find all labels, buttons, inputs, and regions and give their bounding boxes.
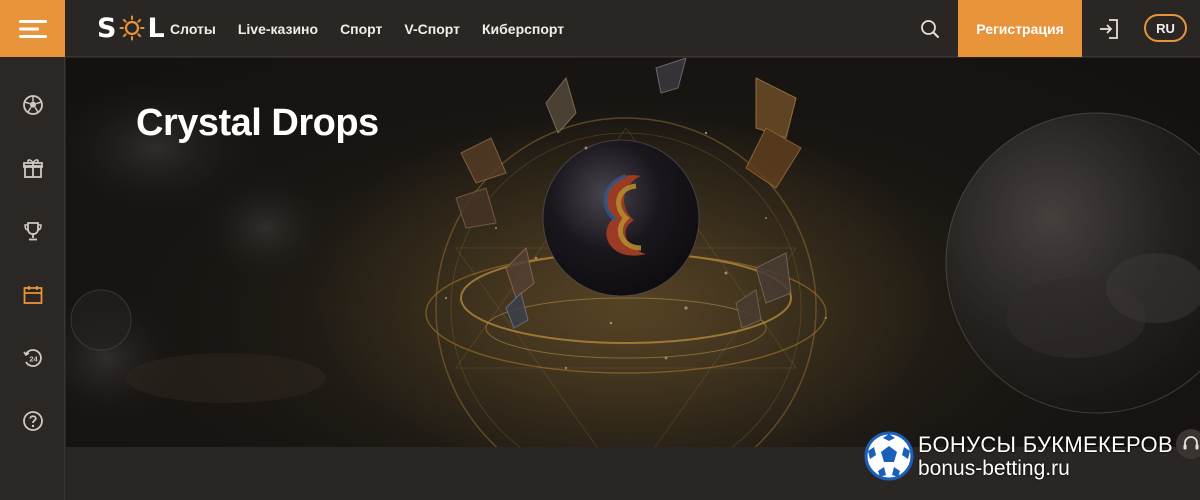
hamburger-icon	[18, 19, 47, 38]
watermark: БОНУСЫ БУКМЕКЕРОВ bonus-betting.ru	[864, 430, 1200, 486]
svg-text:24: 24	[29, 355, 38, 364]
sidebar-item-support[interactable]: 24	[0, 338, 65, 378]
login-icon	[1100, 19, 1118, 39]
menu-button[interactable]	[0, 0, 65, 57]
nav-live-casino[interactable]: Live-казино	[238, 21, 318, 37]
app: 24 S L Слоты Live-казино Спорт V-Спорт К…	[0, 0, 1200, 500]
sidebar-item-tournaments[interactable]	[0, 211, 65, 251]
chat-button[interactable]	[1176, 429, 1200, 459]
search-button[interactable]	[918, 17, 942, 41]
sidebar-item-help[interactable]	[0, 401, 65, 441]
sidebar-item-bonuses[interactable]	[0, 148, 65, 188]
watermark-url: bonus-betting.ru	[918, 457, 1070, 480]
logo-letter-s: S	[97, 12, 118, 44]
nav-slots[interactable]: Слоты	[170, 21, 216, 37]
calendar-icon	[23, 286, 42, 304]
sidebar: 24	[0, 57, 65, 500]
register-button[interactable]: Регистрация	[958, 0, 1082, 57]
sidebar-item-sport[interactable]	[0, 85, 65, 125]
banner-title: Crystal Drops	[136, 102, 379, 144]
logo-letter-l: L	[147, 12, 166, 44]
sidebar-item-calendar[interactable]	[0, 275, 65, 315]
soccer-ball-icon	[864, 431, 914, 481]
sun-logo-icon	[119, 15, 145, 41]
headset-icon	[1183, 436, 1199, 450]
watermark-title: БОНУСЫ БУКМЕКЕРОВ	[918, 432, 1173, 457]
logo[interactable]: S L	[97, 12, 166, 44]
main-nav: Слоты Live-казино Спорт V-Спорт Киберспо…	[170, 0, 586, 57]
nav-v-sport[interactable]: V-Спорт	[404, 21, 460, 37]
trophy-icon	[23, 222, 42, 241]
nav-esports[interactable]: Киберспорт	[482, 21, 564, 37]
help-icon	[22, 411, 43, 431]
football-icon	[22, 95, 43, 115]
nav-sport[interactable]: Спорт	[340, 21, 382, 37]
support-24-icon: 24	[22, 349, 42, 367]
promo-banner[interactable]: Crystal Drops	[66, 58, 1200, 447]
login-button[interactable]	[1096, 16, 1122, 42]
language-selector[interactable]: RU	[1144, 14, 1187, 42]
search-icon	[921, 20, 939, 38]
gift-icon	[22, 159, 43, 178]
header: S L Слоты Live-казино Спорт V-Спорт Кибе…	[65, 0, 1200, 57]
